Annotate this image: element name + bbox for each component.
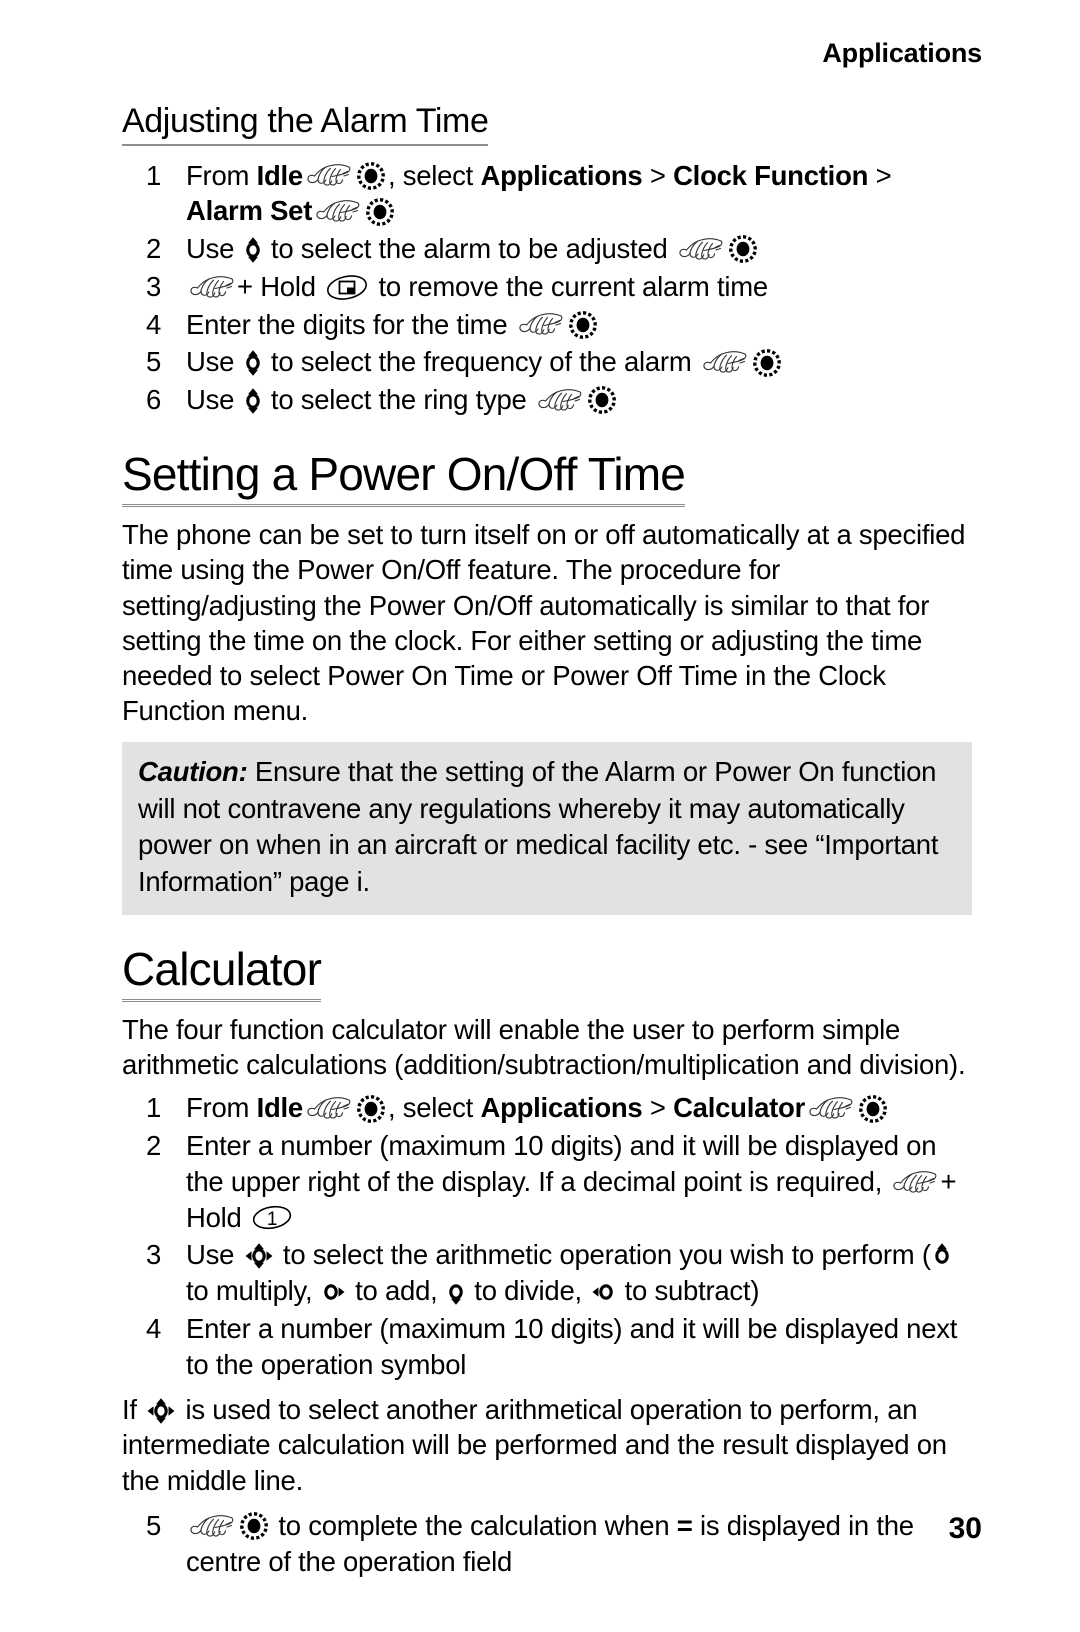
nav-right-icon bbox=[322, 1277, 346, 1307]
steps-list-calculator: 1 From Idle, select Applications > Calcul… bbox=[122, 1090, 972, 1382]
section-heading-wrap-power-on-off: Setting a Power On/Off Time bbox=[122, 450, 972, 508]
page-content: Adjusting the Alarm Time 1 From Idle, sel… bbox=[122, 103, 972, 1581]
step-item: 2 Use to select the alarm to be adjusted bbox=[122, 231, 972, 267]
select-key-icon bbox=[858, 1094, 888, 1124]
page-number: 30 bbox=[948, 1512, 982, 1545]
select-key-icon bbox=[365, 197, 395, 227]
hand-press-icon bbox=[537, 387, 583, 413]
section-heading-wrap-calculator: Calculator bbox=[122, 944, 972, 1002]
step-item: 1 From Idle, select Applications > Calcul… bbox=[122, 1090, 972, 1126]
step-item: 1 From Idle, select Applications > Clock … bbox=[122, 158, 972, 230]
step-number: 2 bbox=[146, 233, 162, 265]
step-number: 4 bbox=[146, 308, 162, 340]
hand-press-icon bbox=[678, 236, 724, 262]
hand-press-icon bbox=[808, 1095, 854, 1121]
heading-adjusting-the-alarm-time: Adjusting the Alarm Time bbox=[122, 103, 489, 146]
heading-calculator: Calculator bbox=[122, 944, 322, 1002]
hand-press-icon bbox=[306, 1095, 352, 1121]
emphasis-text: Idle bbox=[256, 1092, 304, 1124]
hand-press-icon bbox=[189, 1513, 235, 1539]
steps-list-adjusting-alarm-time: 1 From Idle, select Applications > Clock … bbox=[122, 158, 972, 418]
step-number: 1 bbox=[146, 1092, 162, 1124]
step-number: 4 bbox=[146, 1312, 162, 1344]
nav-up-down-icon bbox=[244, 386, 262, 416]
svg-text:1: 1 bbox=[267, 1209, 277, 1230]
paragraph-calculator-note: If is used to select another arithmetica… bbox=[122, 1394, 947, 1496]
step-number: 6 bbox=[146, 384, 162, 416]
step-item: 4 Enter the digits for the time bbox=[122, 307, 972, 343]
clear-key-icon bbox=[326, 274, 368, 301]
step-item: 6 Use to select the ring type bbox=[122, 382, 972, 418]
step-item: 3 Use to select the arithmetic operation … bbox=[122, 1237, 972, 1309]
document-page: Applications Adjusting the Alarm Time 1F… bbox=[0, 0, 1080, 1632]
step-text: + Hold to remove the current alarm time bbox=[186, 269, 972, 305]
nav-four-way-icon bbox=[146, 1396, 176, 1426]
step-text: Use to select the ring type bbox=[186, 382, 972, 418]
step-text: Enter the digits for the time bbox=[186, 307, 972, 343]
select-key-icon bbox=[728, 234, 758, 264]
step-item: 3 + Hold to remove the current alarm time bbox=[122, 269, 972, 305]
hand-press-icon bbox=[892, 1169, 938, 1195]
step-number: 3 bbox=[146, 270, 162, 302]
steps-list-calculator-final: 5 to complete the calculation when = is … bbox=[122, 1508, 972, 1580]
caution-box: Caution: Ensure that the setting of the … bbox=[122, 742, 972, 915]
emphasis-text: Applications bbox=[480, 159, 643, 191]
step-number: 1 bbox=[146, 159, 162, 191]
hand-press-icon bbox=[702, 349, 748, 375]
emphasis-text: Clock Function bbox=[673, 159, 869, 191]
select-key-icon bbox=[239, 1511, 269, 1541]
step-item: 4 Enter a number (maximum 10 digits) and … bbox=[122, 1311, 972, 1383]
step-text: From Idle, select Applications > Calcula… bbox=[186, 1090, 972, 1126]
step-item: 5 to complete the calculation when = is … bbox=[122, 1508, 972, 1580]
nav-left-icon bbox=[591, 1277, 615, 1307]
caution-label: Caution: bbox=[138, 756, 248, 788]
step-text: to complete the calculation when = is di… bbox=[186, 1509, 914, 1577]
hand-press-icon bbox=[306, 162, 352, 188]
hand-press-icon bbox=[315, 198, 361, 224]
step-number: 2 bbox=[146, 1130, 162, 1162]
paragraph-calculator: The four function calculator will enable… bbox=[122, 1013, 966, 1081]
emphasis-text: = bbox=[676, 1509, 693, 1541]
nav-down-icon bbox=[447, 1277, 465, 1307]
emphasis-text: Alarm Set bbox=[186, 195, 313, 227]
hand-press-icon bbox=[189, 274, 235, 300]
select-key-icon bbox=[356, 161, 386, 191]
step-text: From Idle, select Applications > Clock F… bbox=[186, 159, 892, 227]
key-one-icon: 1 bbox=[252, 1204, 292, 1231]
step-text: Enter a number (maximum 10 digits) and i… bbox=[186, 1130, 957, 1233]
nav-up-down-icon bbox=[244, 348, 262, 378]
emphasis-text: Applications bbox=[480, 1092, 643, 1124]
select-key-icon bbox=[752, 348, 782, 378]
step-number: 5 bbox=[146, 346, 162, 378]
select-key-icon bbox=[587, 385, 617, 415]
step-text: Use to select the alarm to be adjusted bbox=[186, 231, 972, 267]
emphasis-text: Calculator bbox=[673, 1092, 806, 1124]
nav-four-way-icon bbox=[244, 1241, 274, 1271]
select-key-icon bbox=[568, 310, 598, 340]
step-number: 3 bbox=[146, 1239, 162, 1271]
select-key-icon bbox=[356, 1094, 386, 1124]
emphasis-text: Idle bbox=[256, 159, 304, 191]
nav-up-icon bbox=[933, 1241, 951, 1271]
running-header-applications: Applications bbox=[822, 38, 982, 68]
hand-press-icon bbox=[518, 311, 564, 337]
step-text: Use to select the arithmetic operation y… bbox=[186, 1237, 972, 1309]
step-text: Use to select the frequency of the alarm bbox=[186, 344, 972, 380]
paragraph-power-on-off: The phone can be set to turn itself on o… bbox=[122, 519, 966, 727]
caution-text: Ensure that the setting of the Alarm or … bbox=[138, 756, 939, 898]
section-heading-wrap-adjusting-alarm-time: Adjusting the Alarm Time bbox=[122, 103, 972, 150]
heading-setting-a-power-on-off-time: Setting a Power On/Off Time bbox=[122, 450, 686, 508]
step-text: Enter a number (maximum 10 digits) and i… bbox=[186, 1312, 958, 1380]
step-item: 5 Use to select the frequency of the alar… bbox=[122, 344, 972, 380]
step-item: 2 Enter a number (maximum 10 digits) and … bbox=[122, 1128, 972, 1235]
step-number: 5 bbox=[146, 1509, 162, 1541]
nav-up-down-icon bbox=[244, 235, 262, 265]
